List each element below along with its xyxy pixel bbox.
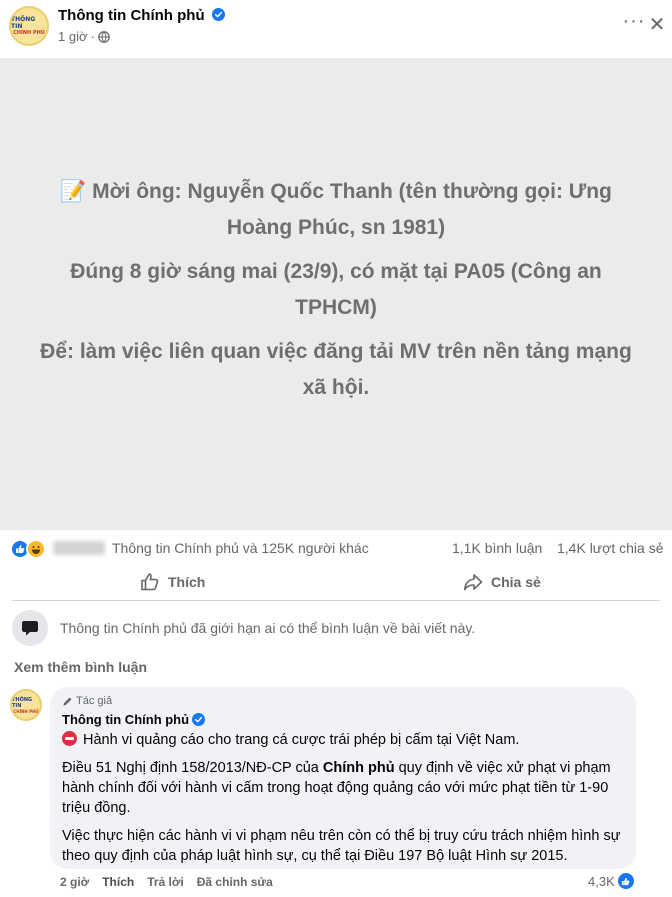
comment-p2-before: Điều 51 Nghị định 158/2013/NĐ-CP của (62, 760, 323, 776)
image-line-3: Để: làm việc liên quan việc đăng tải MV … (40, 340, 632, 399)
comment-line-1-text: Hành vi quảng cáo cho trang cá cược trái… (83, 732, 520, 748)
close-icon[interactable]: ✕ (647, 14, 667, 36)
haha-reaction-icon (26, 539, 46, 559)
comment-avatar[interactable]: THÔNG TIN CHÍNH PHỦ (10, 689, 42, 721)
comment-avatar-text-top: THÔNG TIN (12, 696, 33, 709)
comment-limit-notice: Thông tin Chính phủ đã giới hạn ai có th… (12, 606, 660, 650)
comment-author-name[interactable]: Thông tin Chính phủ (62, 712, 189, 727)
comment-line-1: Hành vi quảng cáo cho trang cá cược trái… (62, 730, 624, 750)
view-more-comments[interactable]: Xem thêm bình luận (14, 659, 147, 675)
comment-paragraph-2: Điều 51 Nghị định 158/2013/NĐ-CP của Chí… (62, 758, 624, 818)
verified-badge-icon (192, 713, 206, 726)
image-line-1: 📝 Mời ông: Nguyễn Quốc Thanh (tên thường… (60, 180, 612, 239)
page-name[interactable]: Thông tin Chính phủ (58, 7, 205, 24)
comment-author[interactable]: Thông tin Chính phủ (62, 712, 624, 727)
author-badge-label: Tác giả (76, 695, 113, 707)
comment-time[interactable]: 2 giờ (60, 875, 89, 889)
like-button[interactable]: Thích (140, 568, 205, 596)
more-options-icon[interactable]: ··· (620, 11, 648, 38)
author-badge: Tác giả (62, 694, 624, 708)
reaction-icons[interactable] (10, 539, 50, 559)
page-name-link[interactable]: Thông tin Chính phủ (58, 7, 225, 24)
comment-bubble: Tác giả Thông tin Chính phủ Hành vi quản… (50, 687, 636, 869)
thumbs-up-icon (141, 573, 159, 591)
comment-p2-bold: Chính phủ (322, 760, 395, 776)
globe-icon (97, 30, 110, 43)
comment-likes[interactable]: 4,3K (588, 873, 634, 889)
divider (12, 600, 660, 601)
reactions-summary[interactable]: Thông tin Chính phủ và 125K người khác (112, 540, 369, 556)
like-label: Thích (168, 574, 206, 590)
comment-likes-count: 4,3K (588, 873, 615, 889)
share-arrow-icon (464, 574, 483, 591)
comment-reply-button[interactable]: Trả lời (147, 875, 184, 889)
comment-paragraph-3: Việc thực hiện các hành vi vi phạm nêu t… (62, 828, 621, 864)
meta-separator: · (90, 29, 95, 44)
comment-footer: 2 giờ Thích Trả lời Đã chỉnh sửa (60, 875, 273, 889)
post-time[interactable]: 1 giờ (58, 29, 88, 44)
post-meta: 1 giờ · (58, 29, 110, 44)
avatar-text-bottom: CHÍNH PHỦ (13, 30, 45, 36)
share-button[interactable]: Chia sẻ (463, 568, 541, 596)
post-image[interactable]: 📝 Mời ông: Nguyễn Quốc Thanh (tên thường… (0, 58, 672, 530)
comment-avatar-text-bottom: CHÍNH PHỦ (13, 708, 39, 714)
comment-body: Hành vi quảng cáo cho trang cá cược trái… (62, 730, 624, 866)
verified-badge-icon (211, 8, 225, 21)
shares-count[interactable]: 1,4K lượt chia sẻ (557, 540, 664, 556)
like-reaction-icon (617, 873, 634, 889)
avatar-text-top: THÔNG TIN (11, 16, 36, 30)
comment-edited-label[interactable]: Đã chỉnh sửa (197, 875, 273, 889)
comment-limit-text: Thông tin Chính phủ đã giới hạn ai có th… (60, 620, 476, 636)
page-avatar[interactable]: THÔNG TIN CHÍNH PHỦ (9, 6, 49, 46)
no-entry-icon (62, 731, 77, 746)
speech-bubble-icon (12, 610, 48, 646)
comments-count[interactable]: 1,1K bình luận (452, 540, 542, 556)
post-stats: Thông tin Chính phủ và 125K người khác 1… (0, 530, 672, 568)
post-actions: Thích Chia sẻ (0, 568, 672, 596)
image-line-2: Đúng 8 giờ sáng mai (23/9), có mặt tại P… (70, 260, 602, 319)
blurred-friend-name (53, 541, 105, 555)
post-header: THÔNG TIN CHÍNH PHỦ Thông tin Chính phủ … (0, 0, 672, 58)
pencil-icon (63, 697, 72, 706)
comment-like-button[interactable]: Thích (102, 875, 134, 889)
share-label: Chia sẻ (491, 574, 541, 590)
